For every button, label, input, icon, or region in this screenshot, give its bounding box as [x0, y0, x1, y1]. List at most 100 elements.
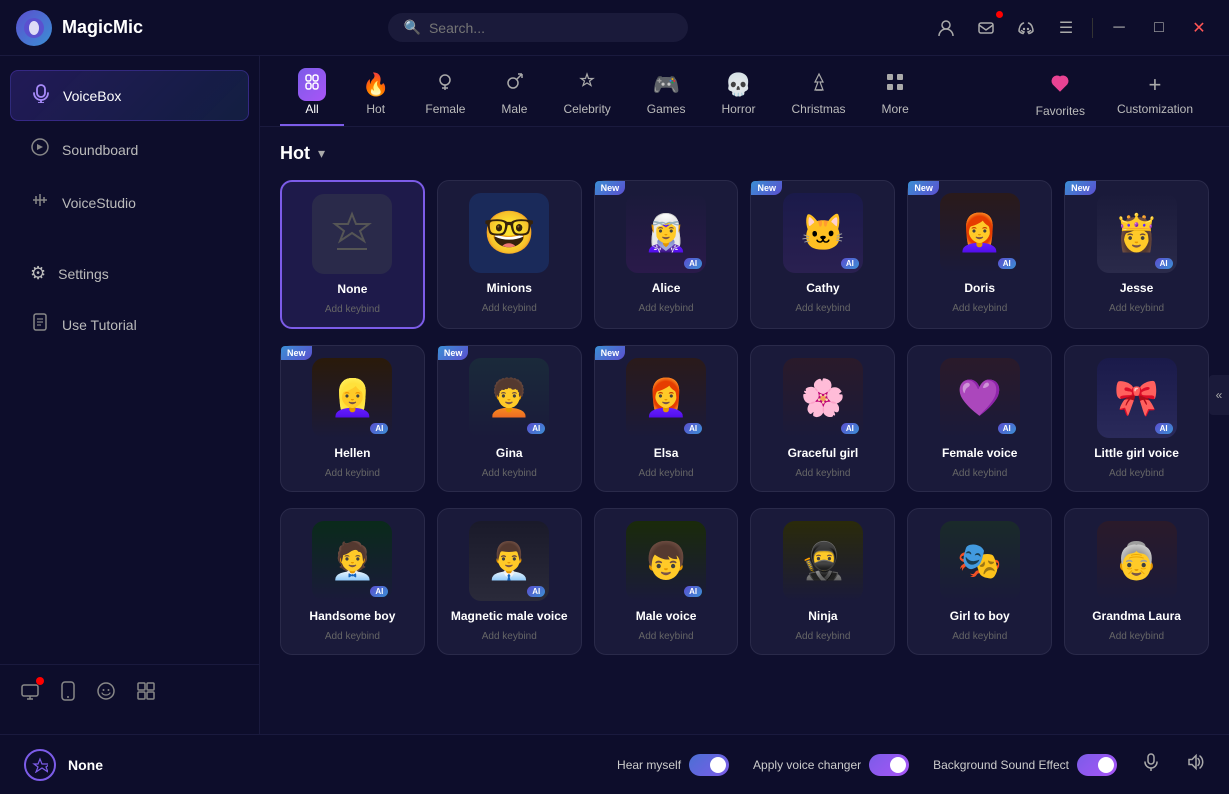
tab-all[interactable]: All	[280, 64, 344, 126]
keybind-none[interactable]: Add keybind	[325, 304, 380, 315]
apply-voice-group: Apply voice changer	[753, 754, 909, 776]
collapse-button[interactable]: «	[1209, 375, 1229, 415]
voice-card-jesse[interactable]: New 👸 AI Jesse Add keybind	[1064, 180, 1209, 329]
keybind-magnetic[interactable]: Add keybind	[482, 631, 537, 642]
keybind-doris[interactable]: Add keybind	[952, 303, 1007, 314]
avatar-jesse: 👸 AI	[1097, 193, 1177, 273]
keybind-gina[interactable]: Add keybind	[482, 468, 537, 479]
voice-card-female[interactable]: 💜 AI Female voice Add keybind	[907, 345, 1052, 492]
sidebar-item-voicebox[interactable]: VoiceBox	[10, 70, 249, 121]
tab-male[interactable]: Male	[483, 64, 545, 126]
ai-badge-magnetic: AI	[527, 586, 545, 597]
badge-new-gina: New	[438, 346, 469, 360]
voice-name-littlegirl: Little girl voice	[1094, 446, 1179, 460]
whatsapp-icon[interactable]	[96, 681, 116, 706]
user-icon[interactable]	[932, 14, 960, 42]
sidebar-voicestudio-label: VoiceStudio	[62, 195, 136, 211]
tab-hot[interactable]: 🔥 Hot	[344, 64, 407, 126]
voice-card-none[interactable]: None Add keybind	[280, 180, 425, 329]
keybind-alice[interactable]: Add keybind	[639, 303, 694, 314]
discord-icon[interactable]	[1012, 14, 1040, 42]
keybind-grandma[interactable]: Add keybind	[1109, 631, 1164, 642]
mic-settings-icon[interactable]	[1141, 752, 1161, 778]
badge-new-alice: New	[595, 181, 626, 195]
keybind-female[interactable]: Add keybind	[952, 468, 1007, 479]
tab-horror-icon: 💀	[725, 72, 752, 98]
ai-badge-handsome: AI	[370, 586, 388, 597]
section-dropdown[interactable]: ▾	[318, 145, 325, 162]
tab-christmas[interactable]: Christmas	[774, 64, 864, 126]
voice-name-cathy: Cathy	[806, 281, 839, 295]
tab-games[interactable]: 🎮 Games	[629, 64, 704, 126]
voice-card-ninja[interactable]: 🥷 Ninja Add keybind	[750, 508, 895, 655]
mobile-icon[interactable]	[60, 681, 76, 706]
voice-card-handsome[interactable]: 🧑‍💼 AI Handsome boy Add keybind	[280, 508, 425, 655]
mail-icon[interactable]	[972, 14, 1000, 42]
voice-card-elsa[interactable]: New 👩‍🦰 AI Elsa Add keybind	[594, 345, 739, 492]
tab-customization-label: Customization	[1117, 102, 1193, 116]
keybind-hellen[interactable]: Add keybind	[325, 468, 380, 479]
voice-card-minions[interactable]: 🤓 Minions Add keybind	[437, 180, 582, 329]
voice-name-female: Female voice	[942, 446, 1017, 460]
apply-voice-label: Apply voice changer	[753, 758, 861, 772]
content-area: All 🔥 Hot Female Male	[260, 56, 1229, 734]
voice-card-graceful[interactable]: 🌸 AI Graceful girl Add keybind	[750, 345, 895, 492]
keybind-elsa[interactable]: Add keybind	[639, 468, 694, 479]
voice-card-hellen[interactable]: New 👱‍♀️ AI Hellen Add keybind	[280, 345, 425, 492]
tab-female[interactable]: Female	[407, 64, 483, 126]
tab-more[interactable]: More	[864, 64, 927, 126]
tutorial-icon	[30, 312, 50, 337]
avatar-littlegirl: 🎀 AI	[1097, 358, 1177, 438]
voice-card-gina[interactable]: New 🧑‍🦱 AI Gina Add keybind	[437, 345, 582, 492]
voice-grid-row3: 🧑‍💼 AI Handsome boy Add keybind 👨‍💼 AI M…	[280, 508, 1209, 655]
voice-card-doris[interactable]: New 👩‍🦰 AI Doris Add keybind	[907, 180, 1052, 329]
voice-card-malevoice[interactable]: 👦 AI Male voice Add keybind	[594, 508, 739, 655]
keybind-handsome[interactable]: Add keybind	[325, 631, 380, 642]
tab-customization[interactable]: + Customization	[1101, 64, 1209, 126]
titlebar-left: MagicMic	[16, 10, 143, 46]
voice-card-cathy[interactable]: New 🐱 AI Cathy Add keybind	[750, 180, 895, 329]
keybind-littlegirl[interactable]: Add keybind	[1109, 468, 1164, 479]
sidebar-item-tutorial[interactable]: Use Tutorial	[10, 300, 249, 349]
keybind-jesse[interactable]: Add keybind	[1109, 303, 1164, 314]
sidebar-item-soundboard[interactable]: Soundboard	[10, 125, 249, 174]
sidebar-item-settings[interactable]: ⚙ Settings	[10, 251, 249, 296]
volume-icon[interactable]	[1185, 752, 1205, 778]
avatar-minions: 🤓	[469, 193, 549, 273]
bg-sound-toggle[interactable]	[1077, 754, 1117, 776]
section-title: Hot	[280, 143, 310, 164]
tab-favorites[interactable]: Favorites	[1020, 64, 1101, 126]
main-layout: VoiceBox Soundboard VoiceStudio ⚙ Settin…	[0, 56, 1229, 734]
sidebar-item-voicestudio[interactable]: VoiceStudio	[10, 178, 249, 227]
voice-name-grandma: Grandma Laura	[1092, 609, 1181, 623]
maximize-button[interactable]: □	[1145, 14, 1173, 42]
tab-celebrity[interactable]: Celebrity	[545, 64, 628, 126]
voice-card-magnetic[interactable]: 👨‍💼 AI Magnetic male voice Add keybind	[437, 508, 582, 655]
keybind-ninja[interactable]: Add keybind	[795, 631, 850, 642]
keybind-graceful[interactable]: Add keybind	[795, 468, 850, 479]
keybind-minions[interactable]: Add keybind	[482, 303, 537, 314]
hear-myself-toggle[interactable]	[689, 754, 729, 776]
voice-card-alice[interactable]: New 🧝‍♀️ AI Alice Add keybind	[594, 180, 739, 329]
voice-name-hellen: Hellen	[334, 446, 370, 460]
keybind-girltboy[interactable]: Add keybind	[952, 631, 1007, 642]
close-button[interactable]: ✕	[1185, 14, 1213, 42]
tab-horror[interactable]: 💀 Horror	[703, 64, 773, 126]
menu-icon[interactable]: ☰	[1052, 14, 1080, 42]
screen-share-icon[interactable]	[20, 681, 40, 706]
minimize-button[interactable]: ─	[1105, 14, 1133, 42]
voice-name-minions: Minions	[487, 281, 532, 295]
layout-icon[interactable]	[136, 681, 156, 706]
avatar-magnetic: 👨‍💼 AI	[469, 521, 549, 601]
voicestudio-icon	[30, 190, 50, 215]
keybind-cathy[interactable]: Add keybind	[795, 303, 850, 314]
voice-card-grandma[interactable]: 👵 Grandma Laura Add keybind	[1064, 508, 1209, 655]
voice-area: Hot ▾ None Add keybind 🤓	[260, 127, 1229, 734]
voice-card-girltboy[interactable]: 🎭 Girl to boy Add keybind	[907, 508, 1052, 655]
search-bar[interactable]: 🔍	[388, 13, 688, 42]
apply-voice-toggle[interactable]	[869, 754, 909, 776]
keybind-malevoice[interactable]: Add keybind	[639, 631, 694, 642]
search-input[interactable]	[429, 20, 672, 36]
voice-card-littlegirl[interactable]: 🎀 AI Little girl voice Add keybind	[1064, 345, 1209, 492]
app-logo	[16, 10, 52, 46]
